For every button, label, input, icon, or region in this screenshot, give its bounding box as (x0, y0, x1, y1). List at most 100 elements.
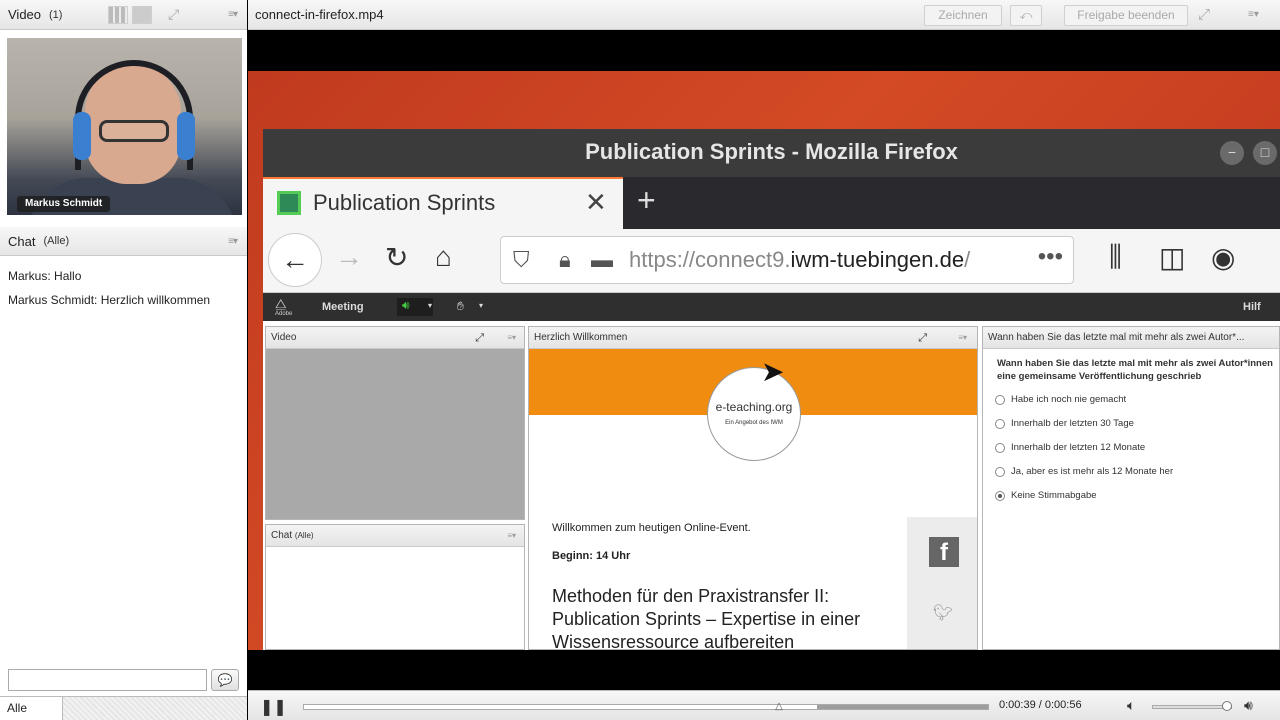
inner-chat-header: Chat (Alle) ≡▾ (266, 525, 524, 547)
new-tab-icon[interactable]: + (637, 182, 656, 219)
maximize-icon[interactable]: □ (1253, 141, 1277, 165)
volume-slider[interactable] (1152, 701, 1233, 711)
fullscreen-icon[interactable]: ⤢ (475, 327, 484, 349)
participant-name-tag: Markus Schmidt (17, 196, 111, 212)
status-dropdown-icon[interactable]: ▾ (479, 301, 483, 310)
raise-hand-icon[interactable]: ✋︎ (457, 299, 464, 314)
account-icon[interactable]: ◉ (1211, 241, 1235, 274)
poll-option[interactable]: Innerhalb der letzten 12 Monate (995, 442, 1145, 453)
chat-pod-menu-icon[interactable]: ≡▾ (228, 236, 238, 247)
inner-video-title: Video (271, 332, 297, 343)
seek-bar[interactable]: △ (303, 701, 989, 712)
send-message-button[interactable]: 💬 (211, 669, 239, 691)
home-icon[interactable]: ⌂ (435, 241, 452, 273)
speech-bubble-icon: 💬 (217, 673, 233, 687)
pod-menu-icon[interactable]: ≡▾ (1248, 9, 1259, 20)
volume-high-icon[interactable]: 🔊︎ (1244, 697, 1253, 714)
url-bar[interactable]: ⛉ 🔒︎ ▬ https://connect9.iwm-tuebingen.de… (500, 236, 1074, 284)
webcam-video: Markus Schmidt (7, 38, 242, 215)
chat-pod-title: Chat (8, 233, 36, 249)
menu-meeting[interactable]: Meeting (322, 301, 364, 313)
shield-icon[interactable]: ⛉ (513, 247, 530, 273)
reload-icon[interactable]: ↻ (385, 241, 408, 274)
recipient-selector-bar: Alle (0, 696, 247, 720)
radio-icon[interactable] (995, 394, 1005, 405)
grid-layout-icon[interactable] (108, 6, 128, 24)
radio-icon[interactable] (995, 466, 1005, 477)
mouse-cursor-icon: ➤ (761, 356, 785, 387)
recipient-select[interactable]: Alle (0, 697, 63, 720)
tab-label: Publication Sprints (313, 190, 496, 215)
headline-line: Publication Sprints – Expertise in einer (552, 609, 861, 629)
playback-bar: ❚❚ △ 0:00:39 / 0:00:56 🔈︎ 🔊︎ (248, 690, 1280, 720)
url-text: https://connect9.iwm-tuebingen.de/ (629, 247, 971, 272)
chat-pod-scope: (Alle) (43, 235, 70, 247)
inner-video-header: Video ⤢ ≡▾ (266, 327, 524, 349)
inner-chat-scope: (Alle) (294, 531, 314, 540)
poll-question: Wann haben Sie das letzte mal mit mehr a… (997, 358, 1273, 382)
chat-message: Markus Schmidt: Herzlich willkommen (8, 288, 243, 312)
single-layout-icon[interactable] (132, 6, 152, 24)
pod-menu-icon[interactable]: ≡▾ (958, 327, 967, 349)
sidebar-icon[interactable]: ◫ (1159, 241, 1185, 274)
seek-thumb-icon[interactable]: △ (775, 701, 783, 712)
speaker-dropdown-icon[interactable]: ▾ (428, 301, 432, 310)
file-title: connect-in-firefox.mp4 (255, 7, 384, 22)
volume-thumb[interactable] (1222, 701, 1233, 711)
pause-icon[interactable]: ❚❚ (260, 697, 287, 717)
share-pod-header: connect-in-firefox.mp4 Zeichnen ⤺ Freiga… (248, 0, 1280, 30)
headline-line: Methoden für den Praxistransfer II: (552, 586, 830, 606)
pod-menu-icon[interactable]: ≡▾ (228, 9, 238, 20)
video-player: Publication Sprints - Mozilla Firefox − … (248, 31, 1280, 690)
chat-pod-header: Chat (Alle) ≡▾ (0, 227, 247, 256)
sync-icon: ⤺ (1019, 8, 1033, 22)
fullscreen-icon[interactable]: ⤢ (168, 6, 184, 22)
adobe-label: Adobe (275, 311, 293, 317)
radio-icon[interactable] (995, 442, 1005, 453)
draw-button[interactable]: Zeichnen (924, 5, 1002, 26)
permissions-icon[interactable]: ▬ (591, 247, 613, 273)
forward-icon[interactable]: → (335, 241, 363, 273)
sync-button[interactable]: ⤺ (1010, 5, 1042, 26)
minimize-icon[interactable]: − (1220, 141, 1244, 165)
tab-publication-sprints[interactable]: Publication Sprints ✕ (263, 177, 623, 229)
chat-input[interactable] (8, 669, 207, 691)
poll-header: Wann haben Sie das letzte mal mit mehr a… (983, 327, 1279, 349)
library-icon[interactable]: ⫼ (1109, 241, 1122, 274)
lock-icon[interactable]: 🔒︎ (559, 247, 571, 273)
back-icon[interactable]: ← (268, 233, 322, 287)
fullscreen-icon[interactable]: ⤢ (1198, 6, 1210, 23)
video-layout-buttons (108, 6, 152, 24)
page-actions-icon[interactable]: ••• (1038, 243, 1063, 271)
connect-menu-bar: ⧋ Adobe Meeting 🔊︎ ▾ ✋︎ ▾ Hilf (263, 293, 1280, 321)
social-sidebar: f 🐦︎ (907, 517, 977, 649)
time-display: 0:00:39 / 0:00:56 (999, 699, 1082, 711)
poll-option[interactable]: Ja, aber es ist mehr als 12 Monate her (995, 466, 1173, 477)
stop-sharing-button[interactable]: Freigabe beenden (1064, 5, 1188, 26)
chat-sender: Markus Schmidt: (8, 293, 98, 307)
logo-text: e-teaching.org (715, 400, 793, 414)
facebook-icon[interactable]: f (929, 537, 959, 567)
twitter-icon[interactable]: 🐦︎ (933, 603, 953, 623)
poll-option[interactable]: Innerhalb der letzten 30 Tage (995, 418, 1134, 429)
inner-share-pod: Herzlich Willkommen ⤢ ≡▾ e-teaching.org … (528, 326, 978, 650)
poll-option[interactable]: Keine Stimmabgabe (995, 490, 1097, 501)
chat-text: Hallo (54, 269, 82, 283)
video-pod-count: (1) (49, 8, 63, 21)
volume-low-icon[interactable]: 🔈︎ (1127, 697, 1135, 714)
inner-chat-pod: Chat (Alle) ≡▾ (265, 524, 525, 650)
glasses (99, 120, 169, 142)
fullscreen-icon[interactable]: ⤢ (918, 327, 927, 349)
menu-help[interactable]: Hilf (1243, 301, 1261, 313)
inner-share-header: Herzlich Willkommen ⤢ ≡▾ (529, 327, 977, 349)
headset-icon (75, 60, 193, 170)
pod-menu-icon[interactable]: ≡▾ (507, 327, 516, 349)
pod-menu-icon[interactable]: ≡▾ (507, 525, 516, 547)
tab-bar: Publication Sprints ✕ + (263, 177, 1280, 229)
headset-ear-right (177, 112, 195, 160)
radio-icon[interactable] (995, 418, 1005, 429)
firefox-window: Publication Sprints - Mozilla Firefox − … (263, 129, 1280, 650)
radio-selected-icon[interactable] (995, 490, 1005, 501)
close-tab-icon[interactable]: ✕ (585, 187, 607, 218)
poll-option[interactable]: Habe ich noch nie gemacht (995, 394, 1126, 405)
